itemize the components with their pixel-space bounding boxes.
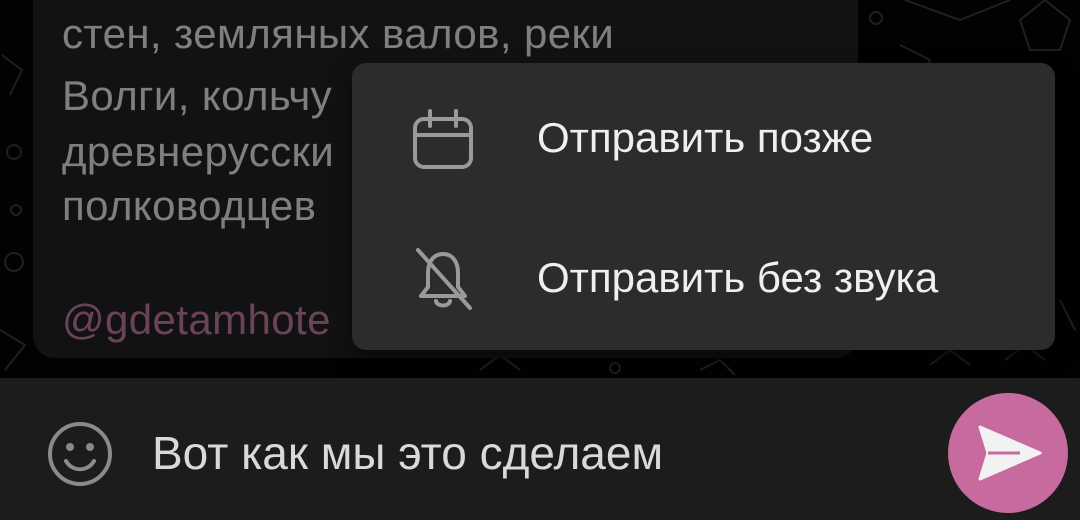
send-icon	[978, 425, 1042, 481]
message-input[interactable]: Вот как мы это сделаем	[152, 426, 663, 480]
send-options-menu: Отправить позже Отправить без звука	[352, 63, 1055, 350]
menu-item-label: Отправить без звука	[537, 254, 939, 301]
calendar-icon	[413, 109, 473, 169]
emoji-icon[interactable]	[45, 419, 115, 489]
bell-off-icon	[416, 248, 472, 310]
menu-item-label: Отправить позже	[537, 114, 874, 161]
message-composer: Вот как мы это сделаем	[0, 378, 1080, 520]
send-button[interactable]	[948, 393, 1068, 513]
menu-item-send-later[interactable]: Отправить позже	[352, 79, 1055, 199]
menu-item-send-silent[interactable]: Отправить без звука	[352, 219, 1055, 339]
